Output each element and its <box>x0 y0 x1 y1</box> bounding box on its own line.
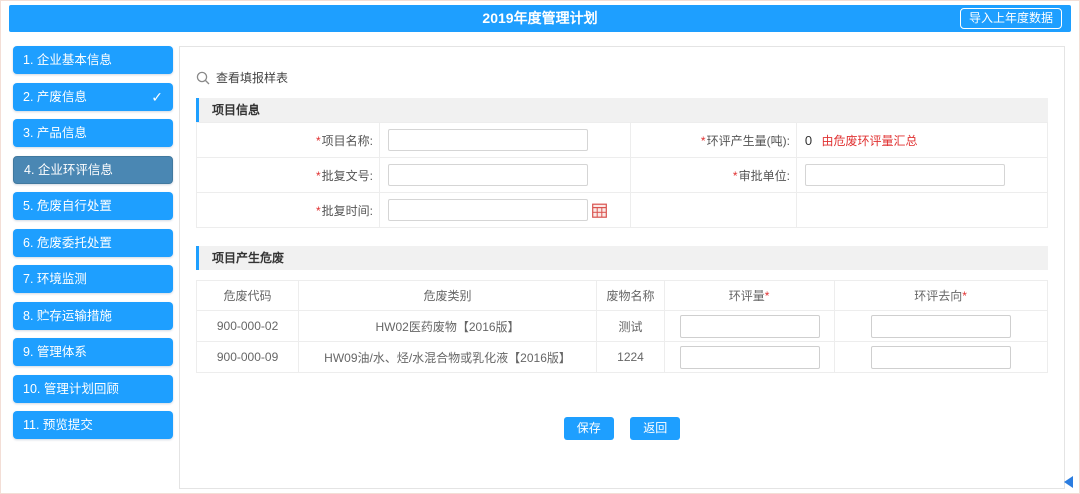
page-title: 2019年度管理计划 <box>9 5 1071 32</box>
hazard-table-header-row: 危废代码 危废类别 废物名称 环评量* 环评去向* <box>197 281 1048 311</box>
waste-name-cell: 1224 <box>596 342 664 373</box>
waste-category-cell: HW02医药废物【2016版】 <box>299 311 597 342</box>
import-last-year-button[interactable]: 导入上年度数据 <box>960 8 1062 29</box>
sidebar-item-preview-submit[interactable]: 11. 预览提交 <box>13 411 173 439</box>
approval-time-label: *批复时间: <box>197 193 380 228</box>
check-icon: ✓ <box>151 83 163 111</box>
sidebar-item-waste-info[interactable]: 2. 产废信息✓ <box>13 83 173 111</box>
approval-unit-label: *审批单位: <box>630 158 796 193</box>
sidebar-item-product-info[interactable]: 3. 产品信息 <box>13 119 173 147</box>
table-row: 900-000-09 HW09油/水、烃/水混合物或乳化液【2016版】 122… <box>197 342 1048 373</box>
eia-amount-input-row1[interactable] <box>680 315 820 338</box>
project-name-label: *项目名称: <box>197 123 380 158</box>
waste-code-cell: 900-000-02 <box>197 311 299 342</box>
action-button-row: 保存 返回 <box>196 417 1048 440</box>
col-header-waste-category: 危废类别 <box>299 281 597 311</box>
eia-destination-input-row2[interactable] <box>871 346 1011 369</box>
main-panel: 查看填报样表 项目信息 *项目名称: *环评产生量(吨): 0 由危废环评量汇总… <box>179 46 1065 489</box>
project-name-input[interactable] <box>388 129 588 151</box>
approval-time-input[interactable] <box>388 199 588 221</box>
hazard-waste-table: 危废代码 危废类别 废物名称 环评量* 环评去向* 900-000-02 HW0… <box>196 280 1048 373</box>
sidebar: 1. 企业基本信息 2. 产废信息✓ 3. 产品信息 4. 企业环评信息 5. … <box>13 46 173 448</box>
waste-category-cell: HW09油/水、烃/水混合物或乳化液【2016版】 <box>299 342 597 373</box>
col-header-waste-code: 危废代码 <box>197 281 299 311</box>
sidebar-item-self-disposal[interactable]: 5. 危废自行处置 <box>13 192 173 220</box>
sidebar-item-plan-review[interactable]: 10. 管理计划回顾 <box>13 375 173 403</box>
sidebar-item-eia-info[interactable]: 4. 企业环评信息 <box>13 156 173 184</box>
approval-doc-label: *批复文号: <box>197 158 380 193</box>
left-arrow-icon <box>1064 476 1073 488</box>
eia-total-label: *环评产生量(吨): <box>630 123 796 158</box>
col-header-waste-name: 废物名称 <box>596 281 664 311</box>
header-bar: 2019年度管理计划 导入上年度数据 <box>9 5 1071 32</box>
calendar-icon[interactable] <box>592 203 607 218</box>
eia-destination-input-row1[interactable] <box>871 315 1011 338</box>
waste-name-cell: 测试 <box>596 311 664 342</box>
col-header-eia-destination: 环评去向* <box>835 281 1048 311</box>
view-sample-form-link[interactable]: 查看填报样表 <box>196 69 1048 86</box>
table-row: 900-000-02 HW02医药废物【2016版】 测试 <box>197 311 1048 342</box>
search-icon <box>196 71 210 85</box>
sidebar-item-env-monitoring[interactable]: 7. 环境监测 <box>13 265 173 293</box>
sidebar-item-storage-transport[interactable]: 8. 贮存运输措施 <box>13 302 173 330</box>
page: 2019年度管理计划 导入上年度数据 1. 企业基本信息 2. 产废信息✓ 3.… <box>0 0 1080 494</box>
approval-unit-input[interactable] <box>805 164 1005 186</box>
back-button[interactable]: 返回 <box>630 417 680 440</box>
eia-total-value: 0 <box>805 133 812 148</box>
view-sample-form-label: 查看填报样表 <box>216 69 288 86</box>
eia-amount-input-row2[interactable] <box>680 346 820 369</box>
section-title-project-info: 项目信息 <box>196 98 1048 122</box>
approval-doc-input[interactable] <box>388 164 588 186</box>
sidebar-item-entrusted-disposal[interactable]: 6. 危废委托处置 <box>13 229 173 257</box>
waste-code-cell: 900-000-09 <box>197 342 299 373</box>
eia-total-note: 由危废环评量汇总 <box>822 134 918 148</box>
save-button[interactable]: 保存 <box>564 417 614 440</box>
sidebar-item-basic-info[interactable]: 1. 企业基本信息 <box>13 46 173 74</box>
section-title-hazard-waste: 项目产生危废 <box>196 246 1048 270</box>
project-info-form: *项目名称: *环评产生量(吨): 0 由危废环评量汇总 *批复文号: *审批单… <box>196 122 1048 228</box>
sidebar-item-management-system[interactable]: 9. 管理体系 <box>13 338 173 366</box>
col-header-eia-amount: 环评量* <box>665 281 835 311</box>
